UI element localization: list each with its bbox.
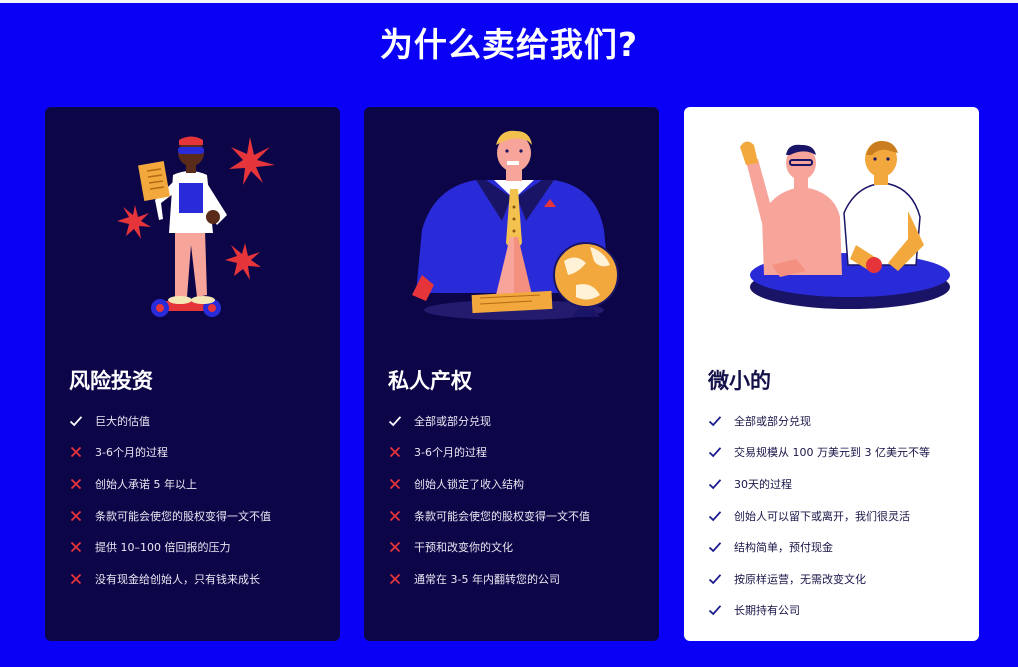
feature-text: 条款可能会使您的股权变得一文不值 <box>414 509 590 523</box>
list-item: 全部或部分兑现 <box>388 405 590 437</box>
list-item: 巨大的估值 <box>69 405 271 437</box>
check-icon <box>708 603 722 617</box>
feature-text: 结构简单，预付现金 <box>734 541 833 555</box>
feature-text: 提供 10–100 倍回报的压力 <box>95 541 231 555</box>
cross-icon <box>388 445 402 459</box>
feature-text: 30天的过程 <box>734 477 792 491</box>
list-item: 提供 10–100 倍回报的压力 <box>69 531 271 563</box>
list-item: 没有现金给创始人，只有钱来成长 <box>69 563 271 595</box>
feature-list: 全部或部分兑现 交易规模从 100 万美元到 3 亿美元不等 30天的过程 创始… <box>708 405 930 626</box>
person-with-document-on-hoverboard-illustration <box>117 136 275 317</box>
feature-text: 全部或部分兑现 <box>734 414 811 428</box>
feature-text: 通常在 3-5 年内翻转您的公司 <box>414 572 560 586</box>
list-item: 长期持有公司 <box>708 595 930 627</box>
card-tiny: 微小的 全部或部分兑现 交易规模从 100 万美元到 3 亿美元不等 30天的过… <box>684 107 979 641</box>
feature-text: 3-6个月的过程 <box>95 446 168 460</box>
page-title: 为什么卖给我们? <box>379 25 639 64</box>
cross-icon <box>69 477 83 491</box>
check-icon <box>708 540 722 554</box>
feature-text: 3-6个月的过程 <box>414 446 487 460</box>
cross-icon <box>69 509 83 523</box>
cross-icon <box>388 540 402 554</box>
check-icon <box>708 572 722 586</box>
card-title: 风险投资 <box>69 369 153 393</box>
check-icon <box>388 414 402 428</box>
list-item: 结构简单，预付现金 <box>708 531 930 563</box>
feature-text: 条款可能会使您的股权变得一文不值 <box>95 509 271 523</box>
feature-text: 巨大的估值 <box>95 414 150 428</box>
feature-list: 全部或部分兑现 3-6个月的过程 创始人锁定了收入结构 条款可能会使您的股权变得… <box>388 405 590 595</box>
cross-icon <box>69 572 83 586</box>
feature-text: 创始人承诺 5 年以上 <box>95 477 197 491</box>
list-item: 3-6个月的过程 <box>69 437 271 469</box>
card-private-equity: 私人产权 全部或部分兑现 3-6个月的过程 创始人锁定了收入结构 条款可能会使您… <box>364 107 659 641</box>
two-people-at-table-illustration <box>740 141 950 309</box>
check-icon <box>708 445 722 459</box>
list-item: 全部或部分兑现 <box>708 405 930 437</box>
cross-icon <box>388 477 402 491</box>
feature-list: 巨大的估值 3-6个月的过程 创始人承诺 5 年以上 条款可能会使您的股权变得一… <box>69 405 271 595</box>
list-item: 创始人锁定了收入结构 <box>388 468 590 500</box>
businessman-with-globe-illustration <box>412 130 619 320</box>
list-item: 30天的过程 <box>708 468 930 500</box>
card-venture-capital: 风险投资 巨大的估值 3-6个月的过程 创始人承诺 5 年以上 条款可能会使您的… <box>45 107 340 641</box>
list-item: 3-6个月的过程 <box>388 437 590 469</box>
card-title: 私人产权 <box>388 369 472 393</box>
list-item: 创始人承诺 5 年以上 <box>69 468 271 500</box>
feature-text: 按原样运营，无需改变文化 <box>734 572 866 586</box>
feature-text: 全部或部分兑现 <box>414 414 491 428</box>
check-icon <box>708 414 722 428</box>
top-strip <box>0 0 1018 3</box>
check-icon <box>708 477 722 491</box>
feature-text: 长期持有公司 <box>734 604 800 618</box>
card-title: 微小的 <box>708 369 771 393</box>
cross-icon <box>388 572 402 586</box>
feature-text: 干预和改变你的文化 <box>414 541 513 555</box>
list-item: 条款可能会使您的股权变得一文不值 <box>69 500 271 532</box>
cross-icon <box>69 445 83 459</box>
list-item: 交易规模从 100 万美元到 3 亿美元不等 <box>708 437 930 469</box>
feature-text: 创始人可以留下或离开，我们很灵活 <box>734 509 910 523</box>
cross-icon <box>69 540 83 554</box>
list-item: 创始人可以留下或离开，我们很灵活 <box>708 500 930 532</box>
check-icon <box>708 509 722 523</box>
feature-text: 没有现金给创始人，只有钱来成长 <box>95 572 260 586</box>
cross-icon <box>388 509 402 523</box>
list-item: 条款可能会使您的股权变得一文不值 <box>388 500 590 532</box>
check-icon <box>69 414 83 428</box>
list-item: 通常在 3-5 年内翻转您的公司 <box>388 563 590 595</box>
feature-text: 交易规模从 100 万美元到 3 亿美元不等 <box>734 446 930 460</box>
list-item: 干预和改变你的文化 <box>388 531 590 563</box>
list-item: 按原样运营，无需改变文化 <box>708 563 930 595</box>
feature-text: 创始人锁定了收入结构 <box>414 477 524 491</box>
